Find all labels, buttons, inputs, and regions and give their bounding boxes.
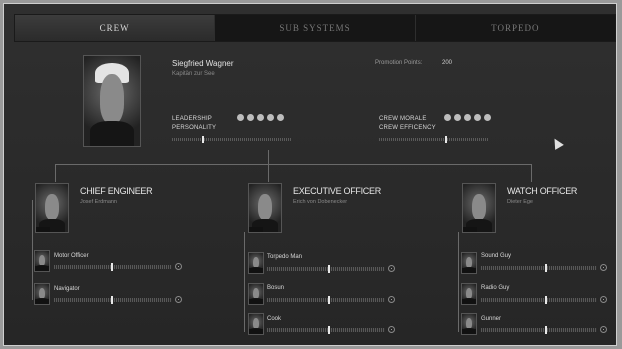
- executive-officer-portrait[interactable]: [248, 183, 282, 233]
- crew-efficiency-label: CREW EFFICENCY: [379, 125, 436, 131]
- tree-connector: [268, 150, 269, 182]
- crew-morale-label: CREW MORALE: [379, 116, 427, 122]
- crew-portrait[interactable]: [461, 313, 477, 335]
- circle-knob-icon[interactable]: [175, 296, 182, 303]
- crew-efficiency-bar[interactable]: [379, 136, 489, 143]
- crew-portrait[interactable]: [34, 283, 50, 305]
- personality-bar[interactable]: [172, 136, 292, 143]
- tree-connector: [244, 232, 245, 332]
- crew-label-torpedo-man: Torpedo Man: [267, 254, 303, 260]
- crew-skill-marker[interactable]: [328, 296, 331, 304]
- crew-skill-marker[interactable]: [328, 326, 331, 334]
- crew-portrait[interactable]: [248, 283, 264, 305]
- crew-label-sound-guy: Sound Guy: [481, 253, 512, 259]
- circle-knob-icon[interactable]: [600, 326, 607, 333]
- watch-officer-name: Dieter Ege: [507, 199, 533, 205]
- stat-dot: [464, 114, 471, 121]
- crew-skill-marker[interactable]: [544, 326, 547, 334]
- crew-label-gunner: Gunner: [481, 316, 502, 322]
- crew-label-motor-officer: Motor Officer: [54, 253, 89, 259]
- leadership-dots: [237, 114, 284, 121]
- crew-portrait[interactable]: [34, 250, 50, 272]
- watch-officer-title: WATCH OFFICER: [507, 186, 578, 196]
- crew-skill-bar[interactable]: [267, 296, 385, 304]
- tab-torpedo[interactable]: TORPEDO: [415, 15, 615, 41]
- circle-knob-icon[interactable]: [600, 264, 607, 271]
- crew-portrait[interactable]: [461, 252, 477, 274]
- crew-portrait[interactable]: [248, 252, 264, 274]
- chief-engineer-portrait[interactable]: [35, 183, 69, 233]
- crew-skill-marker[interactable]: [544, 296, 547, 304]
- crew-skill-marker[interactable]: [110, 263, 113, 271]
- crew-skill-marker[interactable]: [110, 296, 113, 304]
- tree-connector: [32, 200, 33, 300]
- circle-knob-icon[interactable]: [388, 326, 395, 333]
- chief-engineer-name: Josef Erdmann: [80, 199, 117, 205]
- tab-sub-systems[interactable]: SUB SYSTEMS: [215, 15, 416, 41]
- crew-skill-bar[interactable]: [267, 326, 385, 334]
- personality-label: PERSONALITY: [172, 125, 217, 131]
- promotion-points-label: Promotion Points:: [375, 60, 423, 66]
- crew-label-cook: Cook: [267, 316, 282, 322]
- crew-label-bosun: Bosun: [267, 285, 285, 291]
- personality-marker[interactable]: [202, 136, 204, 143]
- stat-dot: [267, 114, 274, 121]
- crew-skill-bar[interactable]: [267, 265, 385, 273]
- captain-portrait[interactable]: [83, 55, 141, 147]
- circle-knob-icon[interactable]: [600, 296, 607, 303]
- tab-crew[interactable]: CREW: [15, 15, 216, 41]
- stat-dot: [474, 114, 481, 121]
- crew-skill-bar[interactable]: [481, 326, 597, 334]
- crew-skill-bar[interactable]: [481, 264, 597, 272]
- crew-skill-bar[interactable]: [54, 296, 172, 304]
- crew-portrait[interactable]: [248, 313, 264, 335]
- stat-dot: [484, 114, 491, 121]
- crew-morale-dots: [444, 114, 491, 121]
- leadership-label: LEADERSHIP: [172, 116, 213, 122]
- chief-engineer-title: CHIEF ENGINEER: [80, 186, 153, 196]
- stat-dot: [237, 114, 244, 121]
- circle-knob-icon[interactable]: [175, 263, 182, 270]
- tab-bar: CREW SUB SYSTEMS TORPEDO: [14, 14, 616, 42]
- tree-connector: [458, 232, 459, 332]
- executive-officer-name: Erich von Dobenecker: [293, 199, 348, 205]
- tree-connector: [55, 164, 56, 182]
- captain-rank: Kapitän zur See: [172, 71, 215, 77]
- crew-portrait[interactable]: [461, 283, 477, 305]
- stat-dot: [277, 114, 284, 121]
- circle-knob-icon[interactable]: [388, 296, 395, 303]
- executive-officer-title: EXECUTIVE OFFICER: [293, 186, 381, 196]
- crew-skill-marker[interactable]: [544, 264, 547, 272]
- captain-name: Siegfried Wagner: [172, 59, 234, 68]
- stat-dot: [257, 114, 264, 121]
- crew-skill-bar[interactable]: [54, 263, 172, 271]
- crew-label-navigator: Navigator: [54, 286, 80, 292]
- tree-connector: [55, 164, 531, 165]
- crew-skill-bar[interactable]: [481, 296, 597, 304]
- crew-skill-marker[interactable]: [328, 265, 331, 273]
- stat-dot: [247, 114, 254, 121]
- watch-officer-portrait[interactable]: [462, 183, 496, 233]
- crew-label-radio-guy: Radio Guy: [481, 285, 510, 291]
- stat-dot: [454, 114, 461, 121]
- circle-knob-icon[interactable]: [388, 265, 395, 272]
- tree-connector: [531, 164, 532, 182]
- promotion-points-value: 200: [442, 60, 453, 66]
- crew-efficiency-marker[interactable]: [445, 136, 447, 143]
- stat-dot: [444, 114, 451, 121]
